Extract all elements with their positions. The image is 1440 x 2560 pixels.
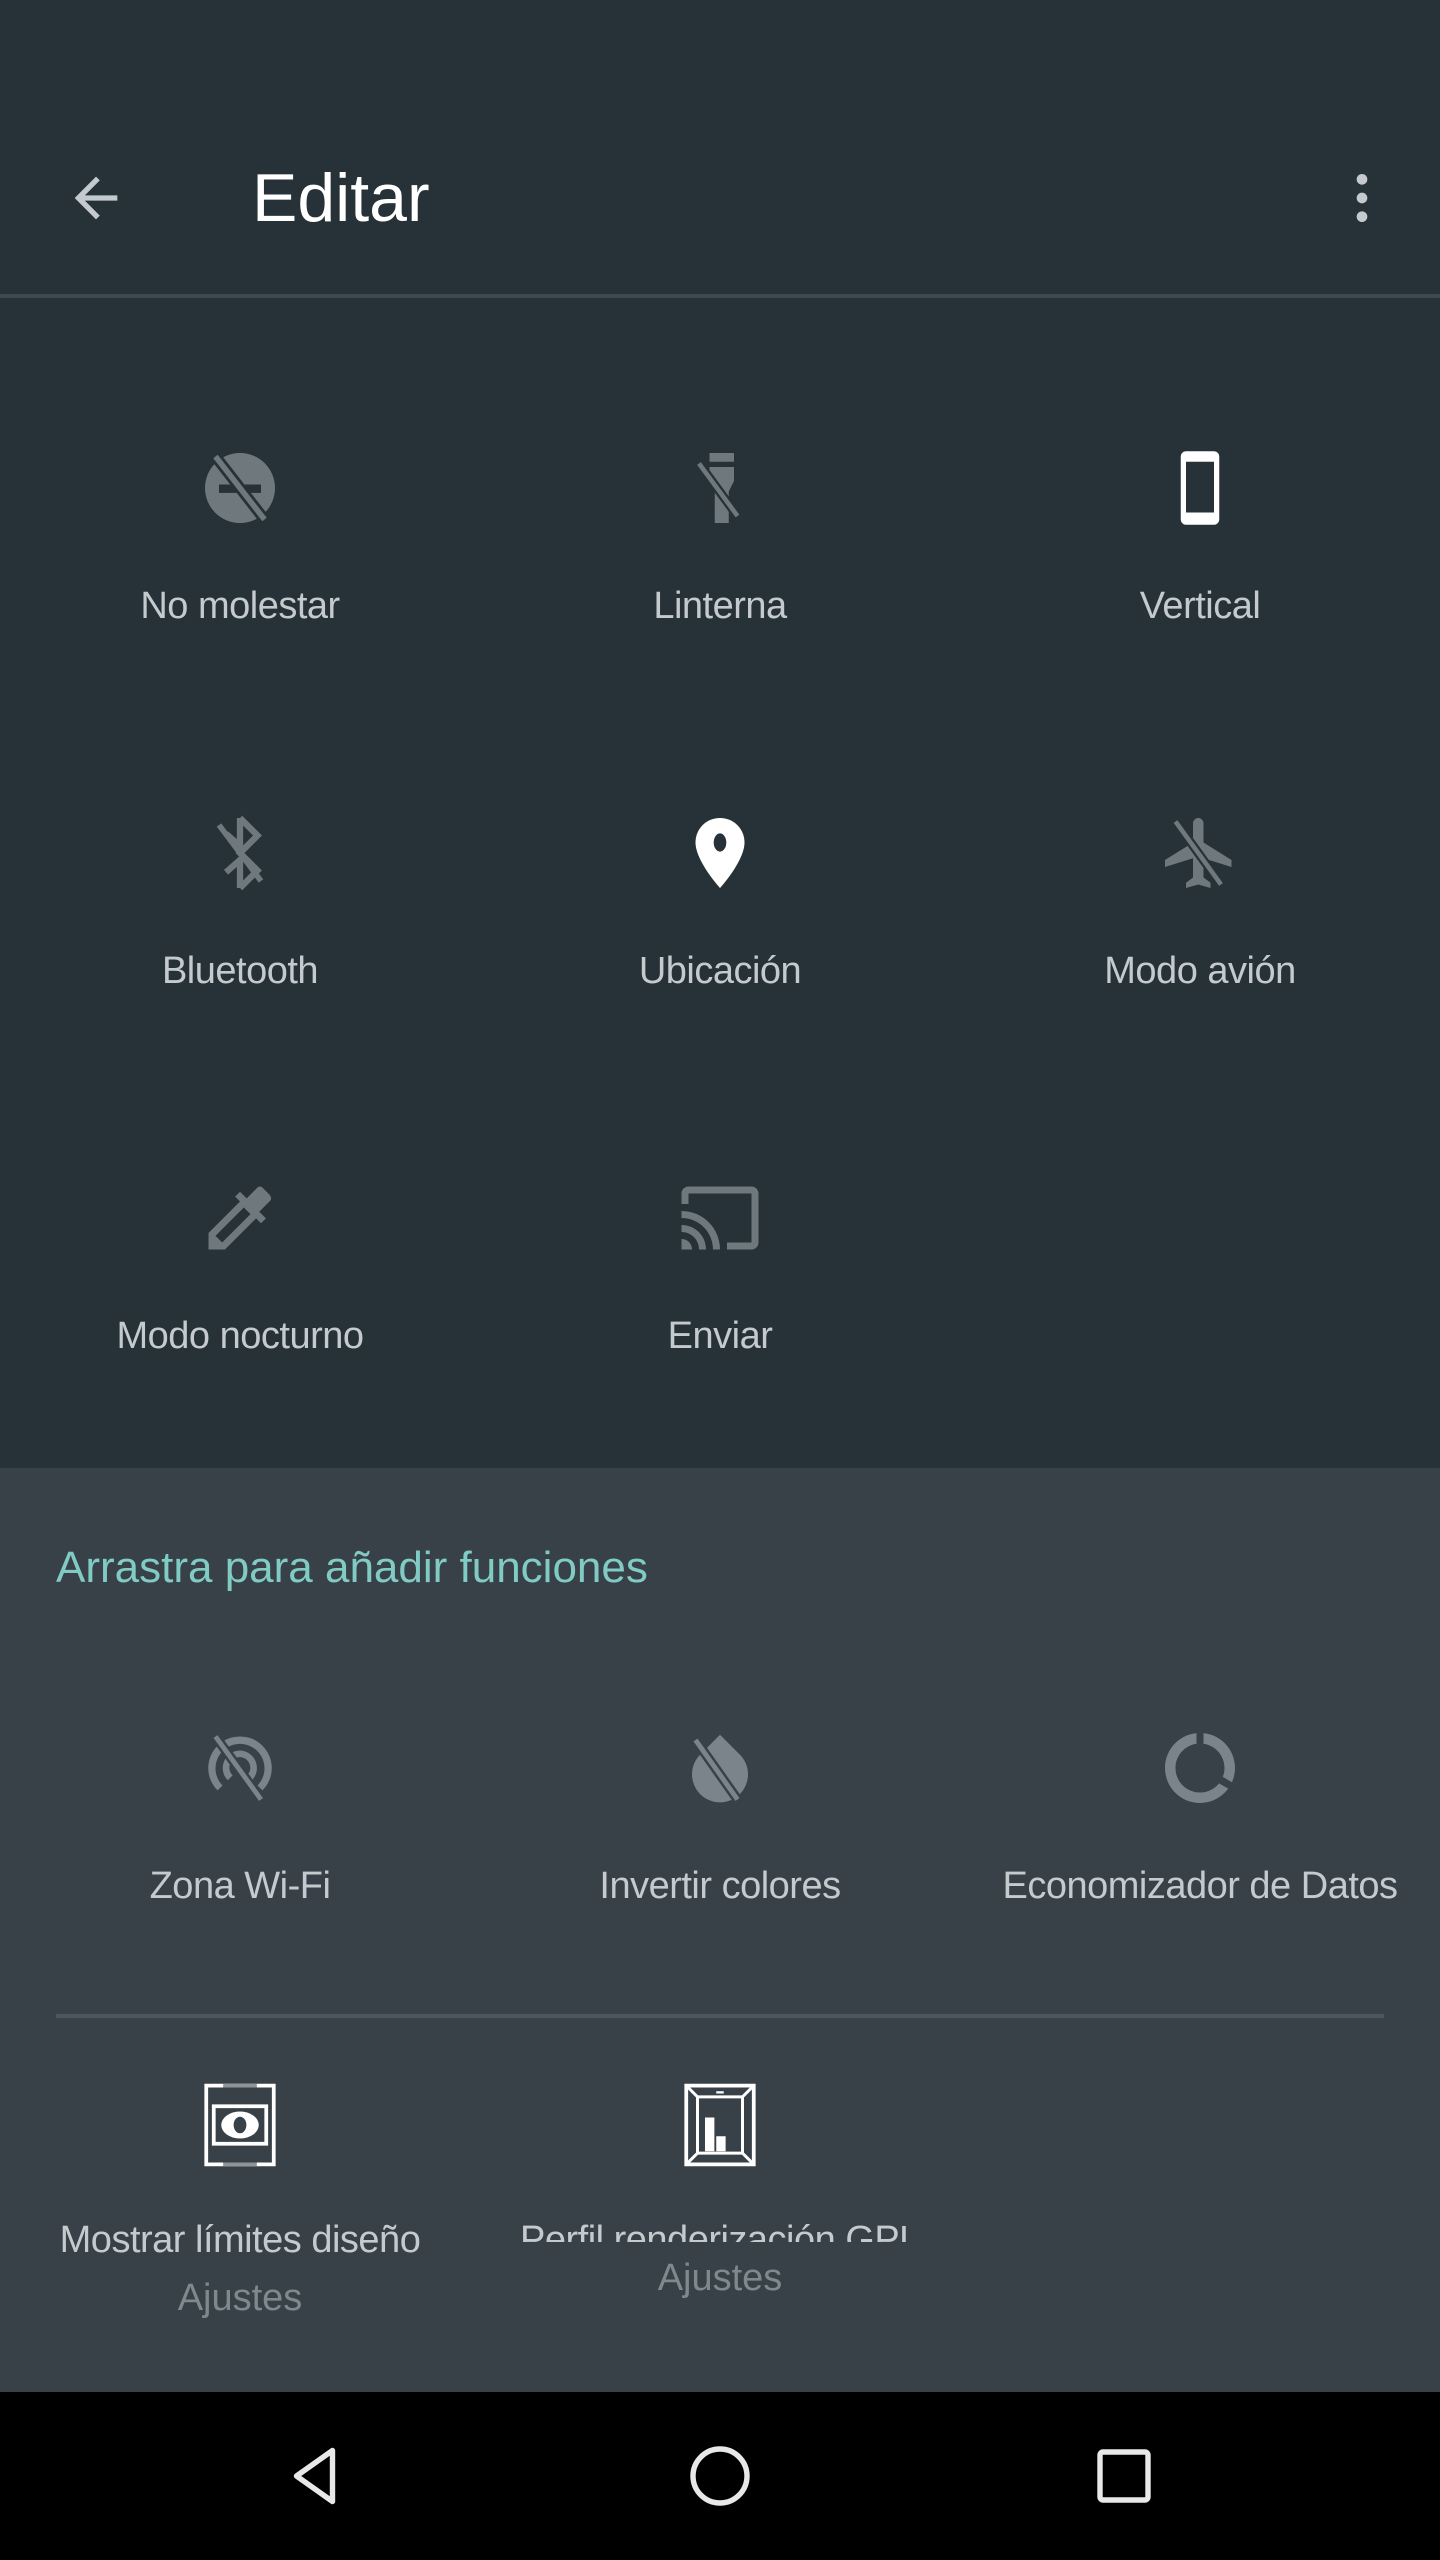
page-title: Editar	[252, 160, 430, 236]
tile-label: Vertical	[1139, 585, 1261, 627]
available-section-title: Arrastra para añadir funciones	[56, 1543, 648, 1592]
tile-label: Invertir colores	[599, 1865, 841, 1907]
tile-economizador-datos[interactable]: Economizador de Datos	[960, 1640, 1440, 1940]
portrait-phone-icon	[1180, 451, 1220, 525]
nav-back-icon	[293, 2447, 336, 2505]
eyedropper-icon	[208, 1186, 272, 1250]
nav-home-icon	[690, 2446, 750, 2506]
invert-colors-off-icon	[691, 1734, 748, 1803]
tile-label: Zona Wi-Fi	[149, 1865, 331, 1907]
tile-no-molestar[interactable]: No molestar	[0, 360, 480, 660]
tile-linterna[interactable]: Linterna	[480, 360, 960, 660]
airplane-off-icon	[1165, 818, 1232, 888]
tile-mostrar-limites-diseno[interactable]: Mostrar límites diseño Ajustes	[0, 2000, 480, 2319]
nav-recents-icon	[1097, 2449, 1151, 2503]
location-pin-icon	[695, 818, 745, 888]
tile-label: Bluetooth	[161, 950, 319, 992]
tile-enviar[interactable]: Enviar	[480, 1090, 960, 1390]
do-not-disturb-off-icon	[205, 453, 275, 523]
layout-bounds-icon	[204, 2083, 276, 2167]
flashlight-off-icon	[695, 453, 742, 523]
tile-modo-nocturno[interactable]: Modo nocturno	[0, 1090, 480, 1390]
tile-perfil-renderizacion-gpu[interactable]: Perfil renderización GPU Ajustes	[480, 2000, 960, 2300]
gpu-profile-icon	[684, 2083, 756, 2167]
tile-ubicacion[interactable]: Ubicación	[480, 725, 960, 1025]
nav-back-button[interactable]	[236, 2416, 396, 2536]
tile-label: Modo nocturno	[116, 1315, 365, 1357]
nav-home-button[interactable]	[640, 2416, 800, 2536]
back-button[interactable]	[48, 150, 144, 246]
tile-invertir-colores[interactable]: Invertir colores	[480, 1640, 960, 1940]
tile-bluetooth[interactable]: Bluetooth	[0, 725, 480, 1025]
tile-sublabel: Ajustes	[657, 2257, 783, 2299]
bluetooth-disabled-icon	[216, 815, 264, 891]
tile-modo-avion[interactable]: Modo avión	[960, 725, 1440, 1025]
app-bar: Editar	[0, 0, 1440, 294]
system-navigation-bar	[0, 2392, 1440, 2560]
more-vert-icon	[1356, 174, 1368, 222]
tile-label: Modo avión	[1104, 950, 1296, 992]
cast-icon	[681, 1186, 759, 1250]
nav-recents-button[interactable]	[1044, 2416, 1204, 2536]
hotspot-off-icon	[208, 1733, 272, 1803]
tile-label: Ubicación	[638, 950, 802, 992]
arrow-back-icon	[74, 176, 118, 220]
tile-label: Linterna	[653, 585, 787, 627]
tile-label: Perfil renderización GPU	[520, 2219, 920, 2242]
tile-sublabel: Ajustes	[177, 2277, 303, 2319]
tile-label: Economizador de Datos	[1002, 1865, 1398, 1907]
tile-label: No molestar	[140, 585, 340, 627]
tile-zona-wifi[interactable]: Zona Wi-Fi	[0, 1640, 480, 1940]
data-saver-icon	[1165, 1733, 1235, 1803]
tile-vertical[interactable]: Vertical	[960, 360, 1440, 660]
tile-label: Mostrar límites diseño	[59, 2219, 421, 2261]
more-options-button[interactable]	[1314, 150, 1410, 246]
tile-label: Enviar	[667, 1315, 773, 1357]
